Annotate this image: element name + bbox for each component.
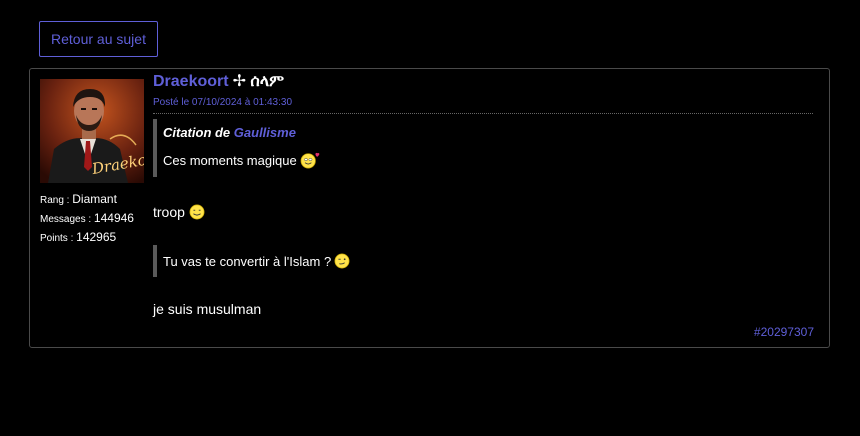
avatar-image: Draekoort [40,79,144,183]
quote-block: Citation de Gaullisme Ces moments magiqu… [153,119,815,177]
smiley-wink-icon [334,253,350,269]
back-to-topic-button[interactable]: Retour au sujet [39,21,158,57]
quote-author-link[interactable]: Gaullisme [234,125,296,140]
message-line-1: troop [153,204,815,220]
smiley-love-icon [300,152,320,169]
message-line-2: je suis musulman [153,301,262,317]
author-flair: ✢ ሰላም [232,73,285,90]
post-date: Posté le 07/10/2024 à 01:43:30 [153,97,293,108]
post-content: Draekoort ✢ ሰላም Posté le 07/10/2024 à 01:… [153,71,815,317]
quote-block-2: Tu vas te convertir à l'Islam ? [153,245,815,277]
stat-messages: Messages : 144946 [40,211,134,225]
smiley-grin-icon [189,204,205,220]
divider [153,113,813,114]
quote-text: Ces moments magique [163,151,815,169]
avatar[interactable]: Draekoort [40,79,144,183]
author-line: Draekoort ✢ ሰላም [153,71,815,93]
stat-rank: Rang : Diamant [40,192,117,206]
post-permalink[interactable]: #20297307 [754,325,814,339]
author-link[interactable]: Draekoort [153,73,229,90]
user-stats: Rang : Diamant Messages : 144946 Points … [40,189,155,246]
stat-points: Points : 142965 [40,230,117,244]
post-card: Draekoort Rang : Diamant Messages : 1449… [29,68,830,348]
quote-title: Citation de Gaullisme [163,125,296,140]
